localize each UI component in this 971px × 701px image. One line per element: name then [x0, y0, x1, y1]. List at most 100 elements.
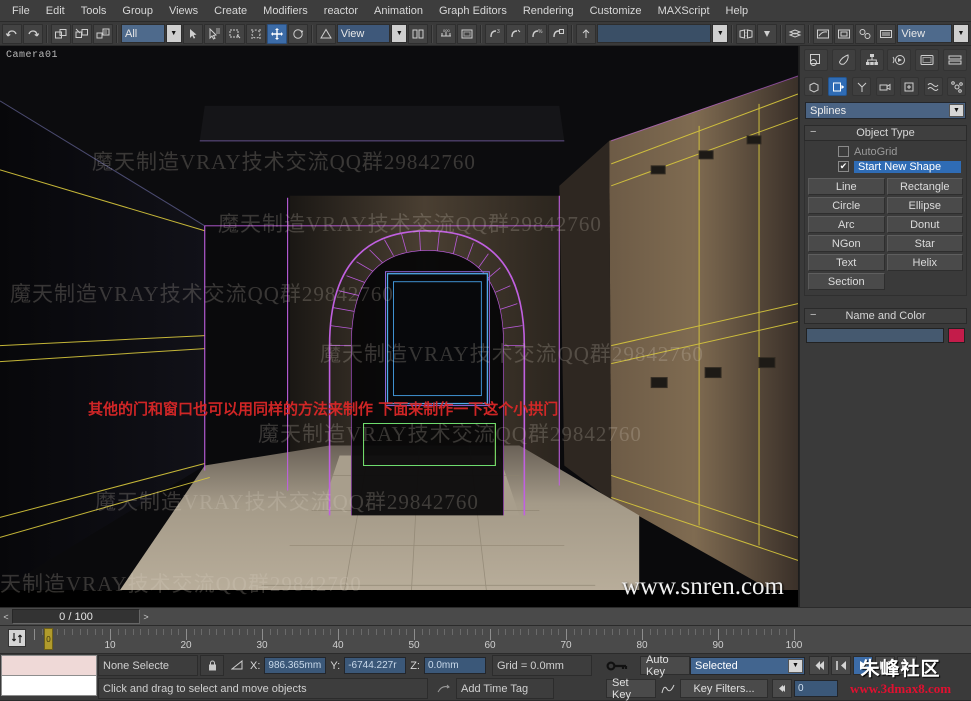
time-slider-handle[interactable]: 0	[44, 628, 53, 650]
object-name-input[interactable]	[806, 328, 944, 343]
helpers-icon[interactable]	[900, 77, 919, 96]
start-new-shape-checkbox[interactable]: ✔	[838, 161, 849, 172]
autogrid-checkbox[interactable]	[838, 146, 849, 157]
open-mini-curve-editor-icon[interactable]	[8, 629, 26, 647]
select-by-name-icon[interactable]	[204, 24, 224, 44]
key-filters-button[interactable]: Key Filters...	[680, 679, 768, 698]
curve-editor-icon[interactable]	[813, 24, 833, 44]
object-type-section[interactable]: Section	[808, 273, 885, 290]
object-type-text[interactable]: Text	[808, 254, 885, 271]
render-setup-icon[interactable]	[876, 24, 896, 44]
menu-item-reactor[interactable]: reactor	[316, 1, 366, 21]
z-coordinate-field[interactable]: 0.0mm	[424, 657, 486, 674]
previous-frame-button[interactable]	[831, 656, 851, 675]
space-warps-icon[interactable]	[924, 77, 943, 96]
geometry-icon[interactable]	[804, 77, 823, 96]
manipulate-icon[interactable]	[576, 24, 596, 44]
key-mode-chevron-down-icon[interactable]: ▼	[788, 659, 803, 673]
play-animation-button[interactable]	[853, 656, 873, 675]
bind-to-space-warp-icon[interactable]	[93, 24, 113, 44]
mirror-selected-objects-icon[interactable]	[736, 24, 756, 44]
menu-item-animation[interactable]: Animation	[366, 1, 431, 21]
viewport-layout-combo[interactable]: View	[897, 24, 952, 43]
autogrid-row[interactable]: AutoGrid	[808, 144, 963, 159]
percent-snap-icon[interactable]: %	[527, 24, 547, 44]
align-selected-icon[interactable]	[757, 24, 777, 44]
key-mode-toggle-button[interactable]	[772, 679, 792, 698]
motion-tab[interactable]	[887, 49, 911, 71]
material-editor-icon[interactable]	[855, 24, 875, 44]
menu-item-graph-editors[interactable]: Graph Editors	[431, 1, 515, 21]
named-selection-sets-icon[interactable]	[457, 24, 477, 44]
menu-item-maxscript[interactable]: MAXScript	[650, 1, 718, 21]
maxscript-listener-pink[interactable]	[1, 655, 97, 676]
menu-item-group[interactable]: Group	[114, 1, 161, 21]
next-frame-arrow-icon[interactable]: >	[140, 609, 152, 624]
lights-icon[interactable]	[852, 77, 871, 96]
menu-item-tools[interactable]: Tools	[73, 1, 115, 21]
category-dropdown[interactable]: Splines ▼	[805, 102, 966, 119]
window-crossing-icon[interactable]	[246, 24, 266, 44]
hierarchy-tab[interactable]	[860, 49, 884, 71]
x-coordinate-field[interactable]: 986.365mm	[264, 657, 326, 674]
maxscript-listener-white[interactable]	[1, 676, 97, 696]
object-type-star[interactable]: Star	[887, 235, 964, 252]
mini-listener[interactable]	[0, 654, 98, 700]
viewport-camera01[interactable]: Camera01 魔天制造VRAY技术交流QQ群29842760 魔天制造VRA…	[0, 46, 799, 607]
key-icon[interactable]	[594, 660, 640, 672]
y-coordinate-field[interactable]: -6744.227r	[344, 657, 406, 674]
category-chevron-down-icon[interactable]: ▼	[949, 104, 964, 117]
next-frame-button[interactable]	[875, 656, 895, 675]
systems-icon[interactable]	[947, 77, 966, 96]
select-and-link-icon[interactable]	[51, 24, 71, 44]
collapse-icon[interactable]: −	[810, 126, 816, 138]
menu-item-file[interactable]: File	[4, 1, 38, 21]
object-type-header[interactable]: − Object Type	[804, 125, 967, 141]
menu-item-edit[interactable]: Edit	[38, 1, 73, 21]
start-new-shape-row[interactable]: ✔ Start New Shape	[808, 159, 963, 174]
object-color-swatch[interactable]	[948, 328, 965, 343]
current-frame-box[interactable]: 0 / 100	[12, 609, 140, 624]
modify-tab[interactable]	[832, 49, 856, 71]
name-and-color-header[interactable]: − Name and Color	[804, 308, 967, 324]
ref-coord-chevron-down-icon[interactable]: ▼	[391, 24, 407, 43]
utilities-tab[interactable]	[943, 49, 967, 71]
track-bar-ruler[interactable]: 102030405060708090100	[34, 626, 971, 653]
selection-filter-combo[interactable]: All	[121, 24, 165, 43]
current-frame-field[interactable]: 0	[794, 680, 838, 697]
reference-coordinate-combo[interactable]: View	[337, 24, 391, 43]
shapes-icon[interactable]	[828, 77, 847, 96]
named-selection-chevron-down-icon[interactable]: ▼	[712, 24, 728, 43]
mirror-icon[interactable]: 3	[485, 24, 505, 44]
select-and-scale-icon[interactable]	[316, 24, 336, 44]
selection-filter-chevron-down-icon[interactable]: ▼	[166, 24, 182, 43]
set-key-filters-curve-icon[interactable]	[656, 683, 680, 694]
create-tab[interactable]	[804, 49, 828, 71]
select-object-icon[interactable]	[183, 24, 203, 44]
lock-icon[interactable]	[200, 655, 224, 676]
object-type-ellipse[interactable]: Ellipse	[887, 197, 964, 214]
menu-item-customize[interactable]: Customize	[582, 1, 650, 21]
unlink-selection-icon[interactable]	[72, 24, 92, 44]
track-bar[interactable]: 102030405060708090100 0	[0, 625, 971, 653]
undo-icon[interactable]	[2, 24, 22, 44]
viewport-layout-chevron-down-icon[interactable]: ▼	[953, 24, 969, 43]
collapse-icon[interactable]: −	[810, 309, 816, 321]
add-time-tag[interactable]: Add Time Tag	[456, 678, 554, 699]
viewport-3d-scene[interactable]	[0, 46, 798, 590]
prev-frame-arrow-icon[interactable]: <	[0, 609, 12, 624]
object-type-circle[interactable]: Circle	[808, 197, 885, 214]
key-mode-combo[interactable]: Selected ▼	[690, 657, 805, 675]
schematic-view-icon[interactable]	[834, 24, 854, 44]
object-type-rectangle[interactable]: Rectangle	[887, 178, 964, 195]
go-to-start-button[interactable]	[809, 656, 829, 675]
display-tab[interactable]	[915, 49, 939, 71]
menu-item-modifiers[interactable]: Modifiers	[255, 1, 316, 21]
absolute-relative-transform-icon[interactable]	[226, 660, 248, 671]
object-type-ngon[interactable]: NGon	[808, 235, 885, 252]
set-key-button[interactable]: Set Key	[606, 679, 656, 698]
align-icon[interactable]	[506, 24, 526, 44]
menu-item-help[interactable]: Help	[718, 1, 757, 21]
named-selection-set-field[interactable]	[597, 24, 711, 43]
auto-key-button[interactable]: Auto Key	[640, 656, 690, 675]
